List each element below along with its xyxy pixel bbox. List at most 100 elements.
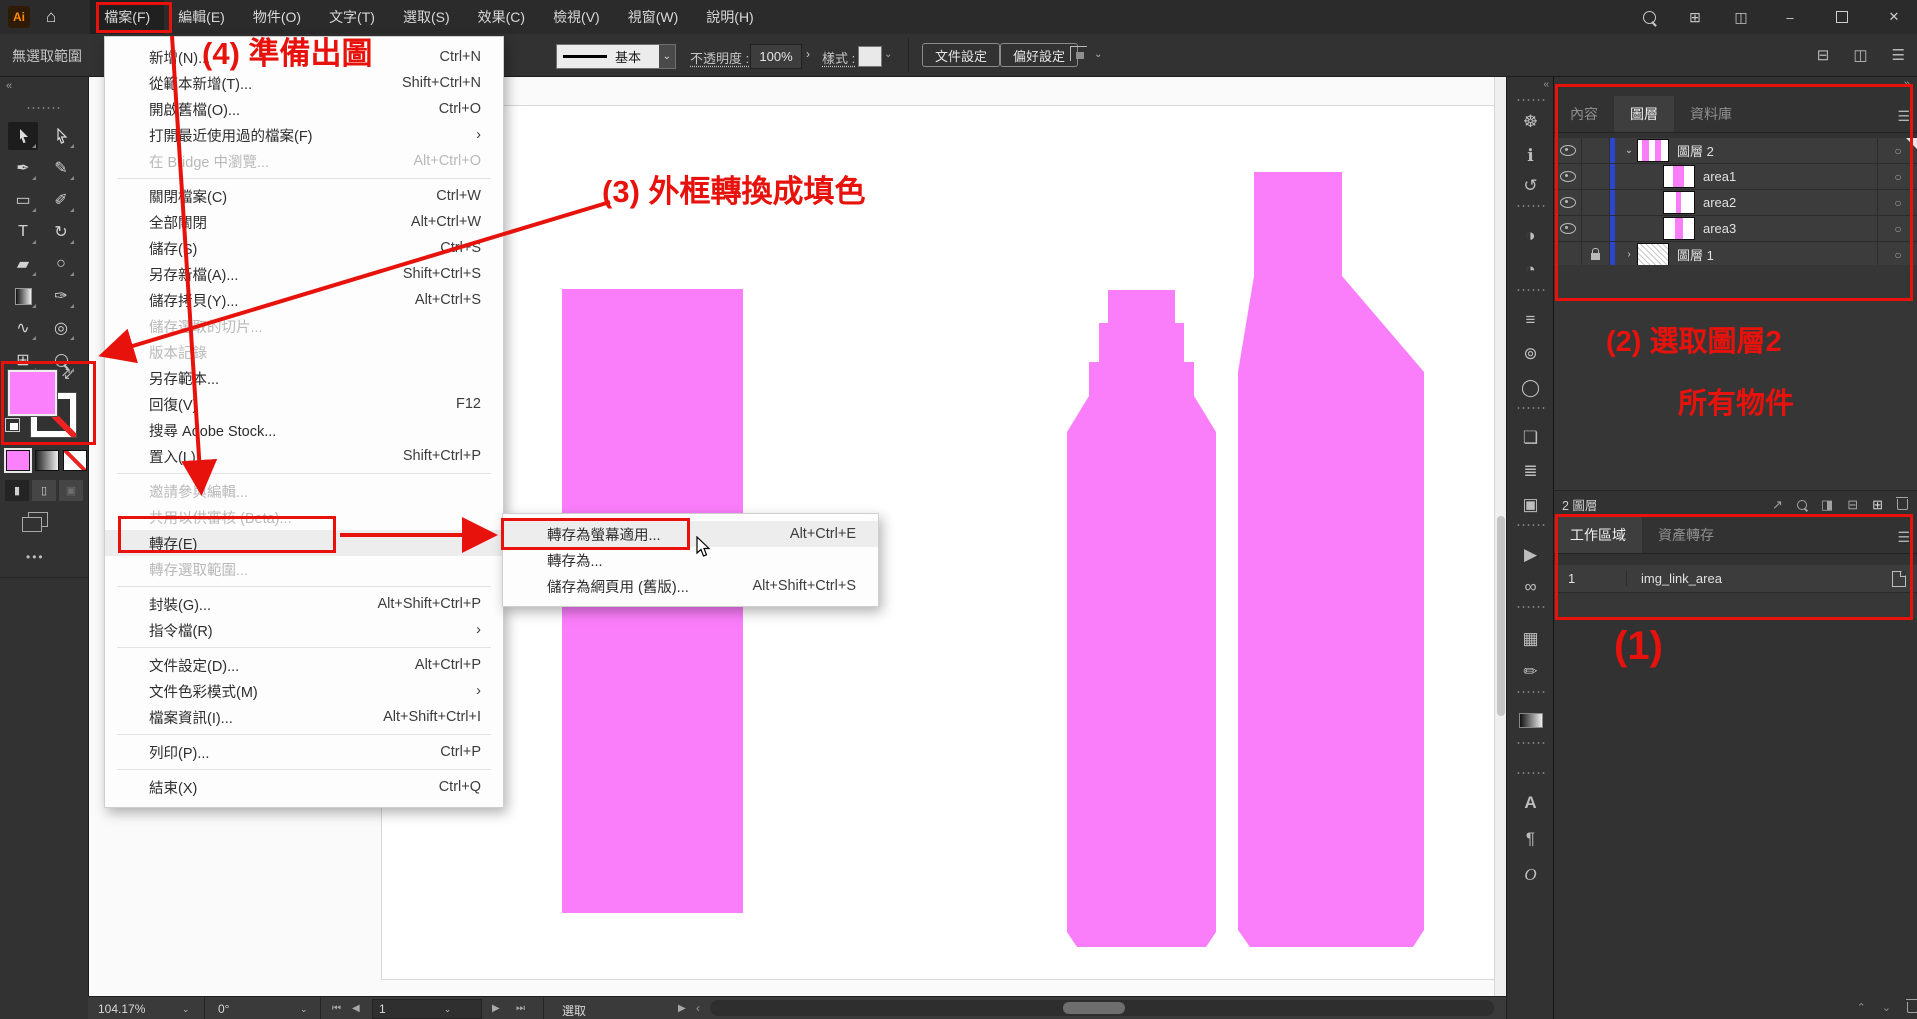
curvature-tool[interactable]: ✎ [46,154,76,182]
target-circle-icon[interactable]: ○ [1877,138,1917,163]
toolbar-drag-handle[interactable] [26,106,62,110]
none-button[interactable] [63,450,87,471]
rectangle-tool[interactable]: ▭ [8,186,38,214]
layer-thumbnail[interactable] [1663,165,1695,188]
menu-item-1[interactable]: 編輯(E) [164,0,239,34]
default-fill-stroke-icon[interactable] [5,418,20,432]
opacity-more-icon[interactable]: › [806,47,810,61]
appearance-panel-icon[interactable]: ◯ [1507,378,1554,398]
menu-item-轉存選取範圍...[interactable]: 轉存選取範圍... [105,556,503,582]
dock-group-handle[interactable] [1516,523,1546,527]
chevron-icon[interactable]: › [1621,249,1637,260]
style-swatch[interactable] [858,46,882,67]
rotate-tool[interactable]: ↻ [46,218,76,246]
pink-bottle-small[interactable] [1067,290,1216,947]
menu-item-轉存為螢幕適用...[interactable]: 轉存為螢幕適用...Alt+Ctrl+E [503,521,878,547]
opacity-field[interactable]: 100% [750,44,802,69]
expand-dock-icon[interactable]: « [1543,79,1549,90]
first-artboard-icon[interactable]: ⏮ [332,1003,341,1014]
color-panel-icon[interactable]: ◑ [1507,226,1554,246]
dock-group-handle[interactable] [1516,690,1546,694]
vertical-scrollbar-thumb[interactable] [1497,516,1505,716]
draw-inside-button[interactable]: ▣ [59,480,83,501]
menu-item-打開最近使用過的檔案(F)[interactable]: 打開最近使用過的檔案(F)› [105,122,503,148]
menu-item-8[interactable]: 說明(H) [692,0,767,34]
layer-thumbnail[interactable] [1663,217,1695,240]
rotation-value[interactable]: 0° [218,1002,229,1016]
align-to-pixel-icon[interactable] [1070,46,1087,61]
layer-row-area1[interactable]: area1 ○ [1554,164,1917,190]
horizontal-scrollbar-thumb[interactable] [1063,1002,1125,1014]
paragraph-panel-icon[interactable]: ¶ [1507,829,1554,849]
layer-thumbnail[interactable] [1663,191,1695,214]
edit-toolbar-icon[interactable]: ••• [26,550,45,564]
menu-item-文件色彩模式(M)[interactable]: 文件色彩模式(M)› [105,678,503,704]
info-panel-icon[interactable]: ℹ [1507,146,1554,166]
visibility-cell[interactable] [1554,216,1582,241]
collect-for-export-icon[interactable]: ↗ [1772,497,1783,513]
swap-fill-stroke-icon[interactable]: ⇄ [58,364,77,383]
menu-item-5[interactable]: 效果(C) [464,0,539,34]
pen-tool[interactable]: ✒ [8,154,38,182]
artboards-panel-menu-icon[interactable]: ☰ [1897,529,1910,546]
artboard-row[interactable]: 1 img_link_area [1554,565,1917,593]
menu-item-儲存為網頁用 (舊版)...[interactable]: 儲存為網頁用 (舊版)...Alt+Shift+Ctrl+S [503,573,878,599]
dock-group-handle[interactable] [1516,605,1546,609]
brushes-panel-icon[interactable]: ✏ [1507,662,1554,682]
grid-view-icon[interactable]: ⊟ [1817,46,1830,64]
lock-icon[interactable] [1591,253,1600,260]
layer-name[interactable]: area1 [1703,169,1736,184]
new-layer-icon[interactable]: ⊞ [1872,497,1883,513]
eye-icon[interactable] [1560,145,1576,156]
rotation-dropdown-icon[interactable]: ⌄ [300,1004,308,1015]
gradient-button[interactable] [35,450,59,471]
move-up-icon[interactable]: ⌃ [1857,1001,1866,1014]
layer-thumbnail[interactable] [1637,243,1669,266]
target-circle-icon[interactable]: ○ [1877,242,1917,267]
target-circle-icon[interactable]: ○ [1877,164,1917,189]
visibility-cell[interactable] [1554,242,1582,267]
eraser-tool[interactable]: ▰ [8,250,38,278]
collapse-panel-icon[interactable]: » [1904,78,1910,90]
dock-group-handle[interactable] [1516,406,1546,410]
dock-group-handle[interactable] [1516,741,1546,745]
menu-item-封裝(G)...[interactable]: 封裝(G)...Alt+Shift+Ctrl+P [105,591,503,617]
layer-row-area2[interactable]: area2○ [1554,190,1917,216]
previous-artboard-icon[interactable]: ◀ [352,1003,360,1014]
new-sublayer-icon[interactable]: ⊟ [1847,497,1858,513]
delete-artboard-icon[interactable] [1907,1002,1917,1013]
eyedropper-tool[interactable]: ✑ [46,282,76,310]
locate-object-icon[interactable] [1797,500,1807,510]
pink-bottle-large[interactable] [1238,172,1424,947]
links-panel-icon[interactable]: ∞ [1507,577,1554,597]
artboard-page-icon[interactable] [1892,571,1906,587]
draw-behind-button[interactable]: ▯ [32,480,56,501]
menu-item-檔案資訊(I)...[interactable]: 檔案資訊(I)...Alt+Shift+Ctrl+I [105,704,503,730]
screen-mode-icon[interactable] [28,512,48,527]
selection-tool[interactable] [8,122,38,150]
tab-資料庫[interactable]: 資料庫 [1674,96,1748,132]
menu-item-2[interactable]: 物件(O) [239,0,315,34]
artboards-panel-icon[interactable]: ❏ [1507,428,1554,448]
color-guide-panel-icon[interactable]: ◔ [1507,260,1554,280]
control-menu-icon[interactable]: ☰ [1892,46,1905,64]
lock-cell[interactable] [1582,164,1610,189]
layer-row-圖層 2[interactable]: ⌄圖層 2○ [1554,138,1917,164]
opentype-panel-icon[interactable]: O [1507,865,1554,885]
chevron-down-icon[interactable]: ⌄ [659,45,675,68]
lock-cell[interactable] [1582,242,1610,267]
layer-thumbnail[interactable] [1637,139,1669,162]
layer-name[interactable]: 圖層 1 [1677,245,1714,264]
panel-layout-icon[interactable]: ◫ [1853,46,1867,64]
delete-layer-icon[interactable] [1897,499,1908,510]
menu-item-另存新檔(A)...[interactable]: 另存新檔(A)...Shift+Ctrl+S [105,261,503,287]
visibility-cell[interactable] [1554,190,1582,215]
target-circle-icon[interactable]: ○ [1877,216,1917,241]
menu-item-從範本新增(T)...[interactable]: 從範本新增(T)...Shift+Ctrl+N [105,70,503,96]
home-icon[interactable]: ⌂ [46,7,56,27]
layer-name[interactable]: area2 [1703,195,1736,210]
transparency-panel-icon[interactable]: ⊚ [1507,344,1554,364]
fill-swatch[interactable] [8,370,57,416]
layer-name[interactable]: 圖層 2 [1677,141,1714,160]
shape-builder-tool[interactable]: ◎ [46,314,76,342]
